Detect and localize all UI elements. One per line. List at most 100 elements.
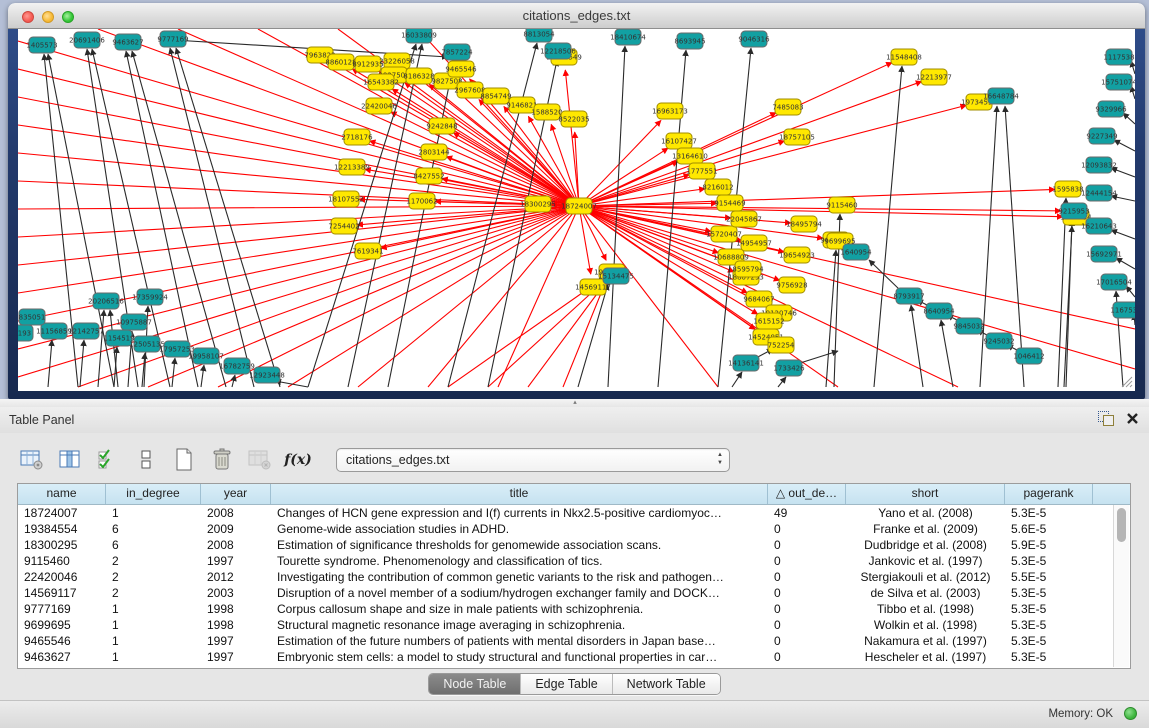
- table-row[interactable]: 1830029562008Estimation of significance …: [18, 537, 1130, 553]
- graph-node[interactable]: 9845032: [953, 318, 984, 334]
- function-builder-icon[interactable]: f(x): [284, 446, 312, 474]
- graph-node[interactable]: 16543382: [363, 74, 399, 90]
- graph-node[interactable]: 8595794: [732, 261, 764, 277]
- graph-node[interactable]: 18107552: [328, 191, 364, 207]
- graph-node[interactable]: 7254402: [328, 218, 359, 234]
- delete-table-icon[interactable]: [208, 446, 236, 474]
- tab-edge-table[interactable]: Edge Table: [521, 674, 612, 694]
- memory-status-icon[interactable]: [1124, 707, 1137, 720]
- graph-node[interactable]: 12213389: [334, 159, 370, 175]
- tab-node-table[interactable]: Node Table: [429, 674, 521, 694]
- graph-node[interactable]: 16963173: [652, 103, 688, 119]
- table-row[interactable]: 946554611997Estimation of the future num…: [18, 633, 1130, 649]
- graph-node[interactable]: 18410674: [610, 29, 646, 45]
- graph-node[interactable]: 9215953: [1058, 203, 1089, 219]
- graph-node[interactable]: 9227349: [1086, 128, 1117, 144]
- graph-node[interactable]: 12142757: [68, 323, 104, 339]
- close-icon[interactable]: [1126, 412, 1139, 425]
- network-graph[interactable]: 1872400718300295796382288601288912935232…: [18, 29, 1135, 391]
- graph-node[interactable]: 8216012: [702, 179, 733, 195]
- graph-node[interactable]: 7857224: [441, 44, 473, 60]
- float-window-icon[interactable]: [1098, 411, 1114, 426]
- graph-node[interactable]: 9777169: [157, 31, 188, 47]
- graph-node[interactable]: 7485083: [772, 99, 803, 115]
- graph-node[interactable]: 39193: [18, 325, 33, 341]
- graph-node[interactable]: 22420046: [361, 98, 397, 114]
- graph-node[interactable]: 1733426: [773, 360, 805, 376]
- column-header-short[interactable]: short: [846, 484, 1005, 504]
- column-header-in_degree[interactable]: in_degree: [106, 484, 201, 504]
- graph-node[interactable]: 835051: [19, 309, 46, 325]
- drag-handle-icon[interactable]: ▴: [570, 400, 580, 405]
- graph-node[interactable]: 17016504: [1096, 274, 1132, 290]
- graph-node[interactable]: 9115460: [826, 197, 857, 213]
- table-selector-dropdown[interactable]: citations_edges.txt ▲▼: [336, 448, 730, 472]
- graph-node[interactable]: 9245032: [983, 333, 1014, 349]
- tab-network-table[interactable]: Network Table: [613, 674, 720, 694]
- table-row[interactable]: 1456911722003Disruption of a novel membe…: [18, 585, 1130, 601]
- resize-grip-icon[interactable]: [1122, 377, 1132, 387]
- select-columns-icon[interactable]: [94, 446, 122, 474]
- graph-node[interactable]: 12218506: [540, 43, 576, 59]
- graph-node[interactable]: 2803144: [418, 144, 450, 160]
- graph-node[interactable]: 752254: [768, 337, 795, 353]
- graph-node[interactable]: 9154469: [714, 195, 745, 211]
- column-header-title[interactable]: title: [271, 484, 768, 504]
- graph-node[interactable]: 14136141: [728, 355, 764, 371]
- graph-node[interactable]: 12213977: [916, 69, 952, 85]
- show-columns-icon[interactable]: [56, 446, 84, 474]
- graph-node[interactable]: 20691406: [69, 32, 105, 48]
- row-height-icon[interactable]: [132, 446, 160, 474]
- table-settings-icon[interactable]: [18, 446, 46, 474]
- graph-node[interactable]: 20206516: [88, 293, 124, 309]
- graph-node[interactable]: 1405573: [26, 37, 57, 53]
- graph-node[interactable]: 8693945: [674, 33, 705, 49]
- graph-node[interactable]: 1170062: [406, 193, 437, 209]
- table-row[interactable]: 1938455462009Genome-wide association stu…: [18, 521, 1130, 537]
- graph-node[interactable]: 12093832: [1081, 157, 1117, 173]
- graph-node[interactable]: 1046412: [1013, 348, 1044, 364]
- graph-node[interactable]: 13164610: [672, 148, 708, 164]
- table-row[interactable]: 969969511998Structural magnetic resonanc…: [18, 617, 1130, 633]
- column-header-pagerank[interactable]: pagerank: [1005, 484, 1093, 504]
- table-row[interactable]: 946362711997Embryonic stem cells: a mode…: [18, 649, 1130, 665]
- graph-node[interactable]: 1615152: [753, 313, 784, 329]
- table-row[interactable]: 2242004622012Investigating the contribut…: [18, 569, 1130, 585]
- graph-node[interactable]: 1777551: [686, 163, 717, 179]
- graph-node[interactable]: 18495794: [786, 216, 822, 232]
- graph-node[interactable]: 9329966: [1095, 101, 1127, 117]
- column-header-year[interactable]: year: [201, 484, 271, 504]
- graph-node[interactable]: 22045867: [726, 211, 762, 227]
- graph-node[interactable]: 8427552: [413, 168, 444, 184]
- graph-node[interactable]: 14954957: [736, 235, 772, 251]
- graph-node[interactable]: 15751074: [1101, 74, 1135, 90]
- graph-node[interactable]: 7619341: [352, 243, 383, 259]
- graph-node[interactable]: 15134475: [598, 268, 634, 284]
- graph-node[interactable]: 9463627: [112, 34, 143, 50]
- graph-node[interactable]: 19654923: [779, 247, 815, 263]
- graph-node[interactable]: 8813054: [523, 29, 555, 42]
- network-window[interactable]: citations_edges.txt 18724007183002957963…: [8, 3, 1145, 399]
- table-row[interactable]: 977716911998Corpus callosum shape and si…: [18, 601, 1130, 617]
- graph-node[interactable]: 1640954: [840, 244, 872, 260]
- network-canvas[interactable]: 1872400718300295796382288601288912935232…: [18, 29, 1135, 391]
- graph-node[interactable]: 16033809: [401, 29, 437, 43]
- graph-node[interactable]: 9046316: [738, 31, 770, 47]
- graph-node[interactable]: 8640954: [923, 303, 955, 319]
- graph-node[interactable]: 12923448: [249, 367, 285, 383]
- vertical-scrollbar[interactable]: [1113, 505, 1129, 667]
- column-header-name[interactable]: name: [18, 484, 106, 504]
- graph-node[interactable]: 1167533: [1110, 302, 1135, 318]
- graph-node[interactable]: 15692971: [1086, 246, 1122, 262]
- scrollbar-thumb[interactable]: [1117, 508, 1126, 542]
- table-row[interactable]: 911546021997Tourette syndrome. Phenomeno…: [18, 553, 1130, 569]
- graph-node[interactable]: 16107427: [661, 133, 697, 149]
- graph-node[interactable]: 8186328: [403, 68, 434, 84]
- graph-node[interactable]: 11548408: [886, 49, 922, 65]
- graph-node[interactable]: 17359924: [132, 289, 168, 305]
- graph-node[interactable]: 18300295: [520, 196, 556, 212]
- graph-node[interactable]: 9756928: [776, 277, 807, 293]
- graph-node[interactable]: 12444154: [1081, 185, 1117, 201]
- graph-node[interactable]: 2718176: [341, 129, 373, 145]
- graph-node[interactable]: 18757105: [779, 129, 815, 145]
